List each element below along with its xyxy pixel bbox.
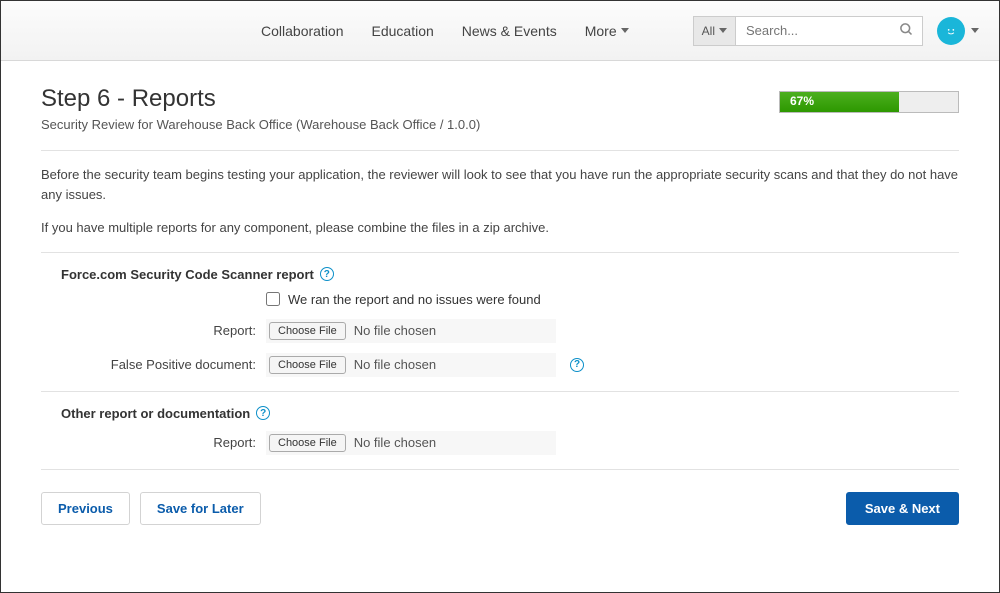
save-for-later-button[interactable]: Save for Later xyxy=(140,492,261,525)
search-filter-label: All xyxy=(702,24,715,38)
other-report-file-input[interactable]: Choose File No file chosen xyxy=(266,431,556,455)
save-next-button[interactable]: Save & Next xyxy=(846,492,959,525)
user-menu[interactable] xyxy=(937,17,979,45)
progress-label: 67% xyxy=(790,94,814,108)
report-file-input[interactable]: Choose File No file chosen xyxy=(266,319,556,343)
other-report-label: Report: xyxy=(41,435,266,450)
previous-button[interactable]: Previous xyxy=(41,492,130,525)
intro-paragraph-2: If you have multiple reports for any com… xyxy=(41,218,959,238)
choose-file-button[interactable]: Choose File xyxy=(269,356,346,374)
nav-link-collaboration[interactable]: Collaboration xyxy=(261,23,344,39)
intro-paragraph-1: Before the security team begins testing … xyxy=(41,165,959,204)
choose-file-button[interactable]: Choose File xyxy=(269,322,346,340)
no-issues-checkbox[interactable] xyxy=(266,292,280,306)
help-icon[interactable]: ? xyxy=(320,267,334,281)
false-positive-file-input[interactable]: Choose File No file chosen xyxy=(266,353,556,377)
progress-bar: 67% xyxy=(779,91,959,113)
page-title: Step 6 - Reports xyxy=(41,85,480,113)
section-title-scanner: Force.com Security Code Scanner report ? xyxy=(61,267,959,282)
search-box: All xyxy=(693,16,923,46)
avatar-icon xyxy=(937,17,965,45)
help-icon[interactable]: ? xyxy=(570,358,584,372)
top-nav: Collaboration Education News & Events Mo… xyxy=(1,1,999,61)
nav-link-news-events[interactable]: News & Events xyxy=(462,23,557,39)
file-status: No file chosen xyxy=(354,435,436,450)
nav-link-education[interactable]: Education xyxy=(372,23,434,39)
file-status: No file chosen xyxy=(354,357,436,372)
nav-links: Collaboration Education News & Events Mo… xyxy=(261,23,629,39)
file-status: No file chosen xyxy=(354,323,436,338)
chevron-down-icon xyxy=(621,28,629,33)
choose-file-button[interactable]: Choose File xyxy=(269,434,346,452)
footer-actions: Previous Save for Later Save & Next xyxy=(41,492,959,525)
chevron-down-icon xyxy=(719,28,727,33)
section-title-other-label: Other report or documentation xyxy=(61,406,250,421)
nav-link-more-label: More xyxy=(585,23,617,39)
search-input[interactable] xyxy=(736,17,891,45)
chevron-down-icon xyxy=(971,28,979,33)
section-title-other: Other report or documentation ? xyxy=(61,406,959,421)
help-icon[interactable]: ? xyxy=(256,406,270,420)
search-filter-dropdown[interactable]: All xyxy=(694,17,736,45)
no-issues-checkbox-label: We ran the report and no issues were fou… xyxy=(288,292,541,307)
page-header: Step 6 - Reports Security Review for War… xyxy=(41,85,480,132)
false-positive-label: False Positive document: xyxy=(41,357,266,372)
section-title-scanner-label: Force.com Security Code Scanner report xyxy=(61,267,314,282)
search-icon[interactable] xyxy=(891,22,922,40)
page-subtitle: Security Review for Warehouse Back Offic… xyxy=(41,117,480,132)
nav-link-more[interactable]: More xyxy=(585,23,629,39)
report-label: Report: xyxy=(41,323,266,338)
